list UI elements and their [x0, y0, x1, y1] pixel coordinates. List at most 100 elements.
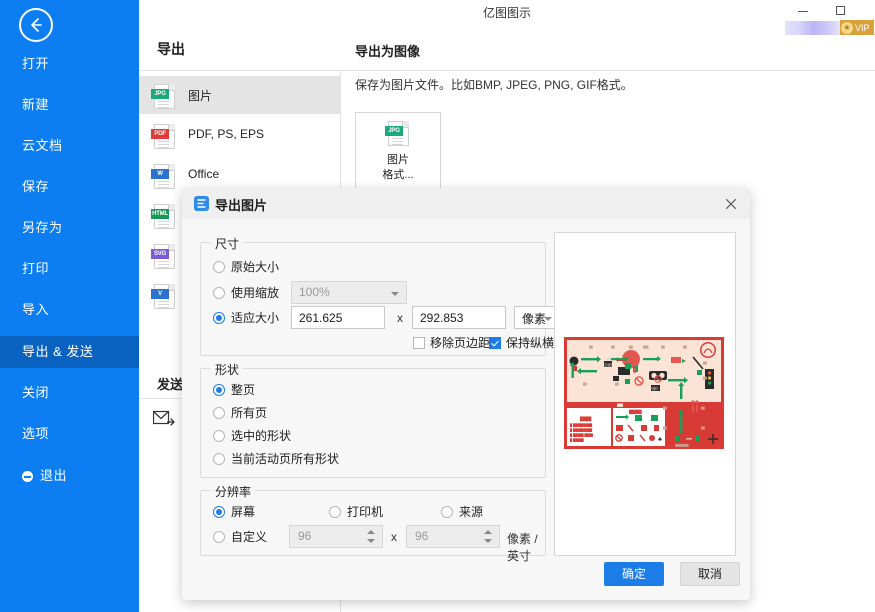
radio-dot [213, 311, 225, 324]
format-tag: W [151, 169, 169, 179]
word-file-icon: W [151, 164, 175, 189]
svg-text:██: ██ [701, 406, 705, 410]
svg-text:██: ██ [615, 382, 619, 386]
shape-group-title: 形状 [211, 361, 244, 378]
html-file-icon: HTML [151, 204, 175, 230]
stepper-down-icon[interactable] [367, 539, 375, 543]
format-row-image[interactable]: JPG 图片 [139, 76, 340, 114]
radio-fit-size[interactable]: 适应大小 [213, 309, 279, 326]
doc-lines [158, 221, 169, 230]
cancel-button[interactable]: 取消 [680, 562, 740, 586]
radio-dot [213, 505, 225, 518]
checkbox-box [489, 336, 501, 349]
radio-label: 选中的形状 [231, 429, 292, 443]
sidebar-item-open[interactable]: 打开 [0, 48, 139, 80]
radio-custom[interactable]: 自定义 [213, 528, 267, 545]
send-heading: 发送 [157, 377, 184, 392]
export-description: 保存为图片文件。比如BMP, JPEG, PNG, GIF格式。 [355, 78, 633, 92]
vip-label: VIP [855, 22, 870, 33]
svg-text:██: ██ [629, 345, 633, 349]
radio-label: 来源 [459, 505, 484, 519]
radio-use-scale[interactable]: 使用缩放 [213, 284, 279, 301]
back-button[interactable] [19, 8, 53, 42]
resolution-group-title: 分辨率 [211, 483, 256, 500]
width-input[interactable] [291, 306, 385, 329]
checkbox-label: 移除页边距 [430, 336, 491, 350]
format-tag: V [151, 289, 169, 299]
svg-text:██: ██ [663, 406, 667, 410]
sidebar-item-import[interactable]: 导入 [0, 294, 139, 326]
sidebar-item-save-as[interactable]: 另存为 [0, 212, 139, 244]
stepper-up-icon[interactable] [367, 530, 375, 534]
radio-label: 整页 [231, 383, 256, 397]
sidebar-item-print[interactable]: 打印 [0, 253, 139, 285]
dpi-x-value: 96 [298, 529, 312, 543]
height-input[interactable] [412, 306, 506, 329]
format-label: PDF, PS, EPS [188, 127, 265, 141]
vip-tag: ★ VIP [840, 20, 874, 35]
close-icon[interactable] [720, 193, 742, 215]
radio-screen[interactable]: 屏幕 [213, 503, 255, 520]
radio-selected-shapes[interactable]: 选中的形状 [213, 427, 291, 444]
sidebar-item-export-send[interactable]: 导出 & 发送 [0, 336, 139, 368]
svg-text:███: ███ [643, 345, 649, 349]
stepper-up-icon[interactable] [484, 530, 492, 534]
detail-heading: 导出为图像 [355, 44, 421, 59]
dpi-unit-label: 像素 / 英寸 [507, 532, 538, 563]
svg-text:███: ███ [617, 403, 623, 407]
stepper-down-icon[interactable] [484, 539, 492, 543]
sidebar-item-new[interactable]: 新建 [0, 89, 139, 121]
scale-value: 100% [299, 285, 330, 299]
doc-lines [392, 138, 403, 147]
format-tag: HTML [151, 209, 169, 219]
chevron-down-icon [391, 292, 399, 296]
scale-dropdown[interactable]: 100% [291, 281, 407, 304]
svg-text:█ █████████: █ █████████ [570, 428, 593, 432]
sidebar-item-save[interactable]: 保存 [0, 171, 139, 203]
radio-all-pages[interactable]: 所有页 [213, 404, 267, 421]
svg-text:██: ██ [583, 382, 587, 386]
export-heading: 导出 [157, 41, 185, 57]
sidebar-item-label: 选项 [22, 426, 50, 441]
export-preview: DID 0|0 ████ █ █████████ █ █████████ █ █… [554, 232, 736, 556]
image-format-tile[interactable]: JPG 图片 格式... [355, 112, 441, 190]
sidebar-item-exit[interactable]: 退出 [0, 460, 139, 492]
svg-text:█ █████: █ █████ [570, 438, 584, 442]
svg-text:██: ██ [683, 345, 687, 349]
maximize-icon[interactable] [827, 0, 855, 22]
sidebar-item-options[interactable]: 选项 [0, 418, 139, 450]
radio-original-size[interactable]: 原始大小 [213, 258, 279, 275]
mail-send-icon[interactable] [152, 410, 175, 427]
radio-printer[interactable]: 打印机 [329, 503, 383, 520]
chevron-down-icon [544, 317, 552, 321]
sidebar-item-label: 保存 [22, 179, 50, 194]
pdf-file-icon: PDF [151, 124, 175, 150]
doc-lines [158, 141, 169, 150]
vip-badge[interactable]: ★ VIP [785, 20, 875, 35]
radio-dot [213, 383, 225, 396]
svg-text:██: ██ [611, 345, 615, 349]
dialog-title: 导出图片 [215, 198, 268, 213]
svg-text:█ █████████: █ █████████ [570, 423, 593, 427]
sidebar-item-label: 退出 [40, 468, 68, 483]
dpi-y-stepper[interactable]: 96 [406, 525, 500, 548]
radio-source[interactable]: 来源 [441, 503, 483, 520]
checkbox-remove-margin[interactable]: 移除页边距 [413, 334, 490, 351]
radio-active-page-shapes[interactable]: 当前活动页所有形状 [213, 450, 339, 467]
radio-dot [213, 260, 225, 273]
sidebar-item-label: 导出 & 发送 [22, 344, 94, 359]
sidebar-item-label: 打开 [22, 56, 50, 71]
minimize-icon[interactable] [789, 0, 817, 22]
dpi-x-stepper[interactable]: 96 [289, 525, 383, 548]
sidebar-item-close[interactable]: 关闭 [0, 377, 139, 409]
sidebar-item-cloud[interactable]: 云文档 [0, 130, 139, 162]
unit-value: 像素 [522, 312, 547, 326]
radio-dot [213, 286, 225, 299]
ok-button[interactable]: 确定 [604, 562, 664, 586]
format-row-pdf[interactable]: PDF PDF, PS, EPS [139, 116, 340, 154]
export-image-icon [194, 196, 209, 211]
radio-dot [213, 530, 225, 543]
radio-whole-page[interactable]: 整页 [213, 381, 255, 398]
sidebar-item-label: 云文档 [22, 138, 63, 153]
format-tag: PDF [151, 129, 169, 139]
